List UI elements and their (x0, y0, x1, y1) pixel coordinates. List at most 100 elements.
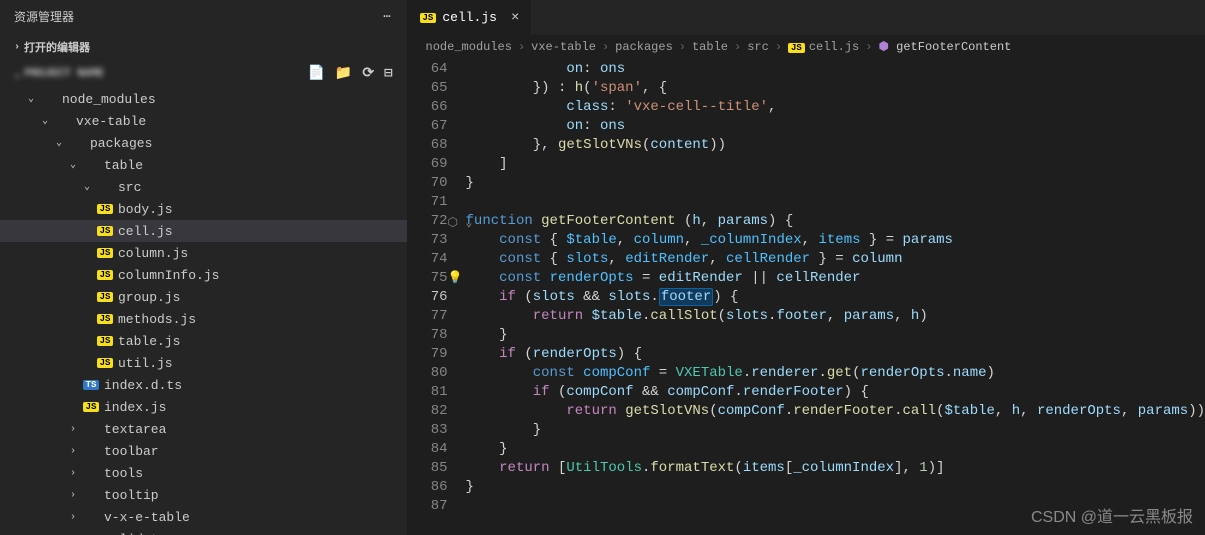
code-line[interactable]: } (466, 440, 1205, 459)
tree-item-tooltip[interactable]: ›tooltip (0, 484, 407, 506)
line-number: 78 (408, 326, 448, 345)
line-number: 76 (408, 288, 448, 307)
code-line[interactable]: }, getSlotVNs(content)) (466, 136, 1205, 155)
chevron-icon: ⌄ (56, 137, 68, 149)
tree-label: table.js (118, 334, 180, 349)
tree-label: validator (104, 532, 174, 535)
tree-label: cell.js (118, 224, 173, 239)
line-number: 70 (408, 174, 448, 193)
tree-item-index-js[interactable]: JSindex.js (0, 396, 407, 418)
tree-item-v-x-e-table[interactable]: ›v-x-e-table (0, 506, 407, 528)
tree-item-table[interactable]: ⌄table (0, 154, 407, 176)
code-line[interactable]: } (466, 478, 1205, 497)
code-line[interactable]: }) : h('span', { (466, 79, 1205, 98)
tree-item-textarea[interactable]: ›textarea (0, 418, 407, 440)
tree-item-toolbar[interactable]: ›toolbar (0, 440, 407, 462)
tree-item-cell-js[interactable]: JScell.js (0, 220, 407, 242)
explorer-sidebar: 资源管理器 ⋯ › 打开的编辑器 ⌄ PROJECT NAME 📄 📁 ⟳ ⊟ … (0, 0, 408, 535)
js-icon: JS (96, 292, 114, 302)
more-icon[interactable]: ⋯ (383, 9, 392, 24)
chevron-down-icon: ⌄ (14, 67, 21, 81)
code-line[interactable]: on: ons (466, 117, 1205, 136)
line-number: 83 (408, 421, 448, 440)
tree-item-src[interactable]: ⌄ src (0, 176, 407, 198)
new-folder-icon[interactable]: 📁 (335, 65, 352, 82)
breadcrumb-sep: › (518, 40, 525, 54)
breadcrumb-sep: › (865, 40, 872, 54)
breadcrumb-segment[interactable]: src (747, 40, 769, 54)
refresh-icon[interactable]: ⟳ (362, 65, 374, 82)
explorer-title: 资源管理器 (14, 8, 74, 25)
code-line[interactable]: const { slots, editRender, cellRender } … (466, 250, 1205, 269)
line-number: 75 (408, 269, 448, 288)
chevron-right-icon: › (14, 42, 20, 53)
line-number: 64 (408, 60, 448, 79)
collapse-icon[interactable]: ⊟ (384, 65, 392, 82)
method-icon: ⬢ (878, 40, 888, 54)
js-icon: JS (96, 248, 114, 258)
code-line[interactable]: const { $table, column, _columnIndex, it… (466, 231, 1205, 250)
code-line[interactable]: } (466, 326, 1205, 345)
code-line[interactable]: ] (466, 155, 1205, 174)
js-icon: JS (96, 314, 114, 324)
chevron-icon: ⌄ (84, 181, 96, 193)
tree-item-node_modules[interactable]: ⌄node_modules (0, 88, 407, 110)
tree-item-util-js[interactable]: JSutil.js (0, 352, 407, 374)
breadcrumb-segment[interactable]: packages (615, 40, 673, 54)
new-file-icon[interactable]: 📄 (307, 65, 324, 82)
code-line[interactable]: } (466, 421, 1205, 440)
code-line[interactable]: if (renderOpts) { (466, 345, 1205, 364)
code-separator-icon[interactable]: ⬡ ⌄ (448, 214, 473, 233)
code-line[interactable]: const compConf = VXETable.renderer.get(r… (466, 364, 1205, 383)
code-line[interactable]: function getFooterContent (h, params) { (466, 212, 1205, 231)
breadcrumb-segment[interactable]: JScell.js (788, 40, 859, 54)
code-line[interactable]: on: ons (466, 60, 1205, 79)
tree-item-column-js[interactable]: JScolumn.js (0, 242, 407, 264)
code-line[interactable]: if (compConf && compConf.renderFooter) { (466, 383, 1205, 402)
tree-label: table (104, 158, 143, 173)
open-editors-section[interactable]: › 打开的编辑器 (0, 33, 407, 61)
code-line[interactable]: const renderOpts = editRender || cellRen… (466, 269, 1205, 288)
tree-item-methods-js[interactable]: JS methods.js (0, 308, 407, 330)
tree-label: methods.js (118, 312, 196, 327)
close-icon[interactable]: × (511, 10, 519, 26)
breadcrumb-segment[interactable]: ⬢ getFooterContent (878, 39, 1011, 54)
project-header[interactable]: ⌄ PROJECT NAME 📄 📁 ⟳ ⊟ (0, 61, 407, 86)
tab-cell-js[interactable]: JS cell.js × (408, 0, 533, 35)
tree-item-packages[interactable]: ⌄packages (0, 132, 407, 154)
tree-item-columnInfo-js[interactable]: JScolumnInfo.js (0, 264, 407, 286)
tree-item-vxe-table[interactable]: ⌄vxe-table (0, 110, 407, 132)
line-number: 87 (408, 497, 448, 516)
tree-item-tools[interactable]: › tools (0, 462, 407, 484)
code-line[interactable]: if (slots && slots.footer) { (466, 288, 1205, 307)
breadcrumb-segment[interactable]: table (692, 40, 728, 54)
js-icon: JS (96, 336, 114, 346)
file-tree: ⌄node_modules⌄vxe-table⌄packages⌄table⌄s… (0, 86, 407, 535)
code-line[interactable] (466, 193, 1205, 212)
tree-item-body-js[interactable]: JSbody.js (0, 198, 407, 220)
chevron-icon: › (70, 468, 82, 479)
code-line[interactable]: } (466, 174, 1205, 193)
tree-item-table-js[interactable]: JS table.js (0, 330, 407, 352)
code-line[interactable]: class: 'vxe-cell--title', (466, 98, 1205, 117)
tree-item-group-js[interactable]: JSgroup.js (0, 286, 407, 308)
code-line[interactable]: return [UtilTools.formatText(items[_colu… (466, 459, 1205, 478)
code-line[interactable]: return getSlotVNs(compConf.renderFooter.… (466, 402, 1205, 421)
breadcrumb-segment[interactable]: vxe-table (531, 40, 596, 54)
tree-item-index-d-ts[interactable]: TSindex.d.ts (0, 374, 407, 396)
code-line[interactable]: return $table.callSlot(slots.footer, par… (466, 307, 1205, 326)
tree-label: src (118, 180, 141, 195)
tree-label: tooltip (104, 488, 159, 503)
line-number: 69 (408, 155, 448, 174)
tree-item-validator[interactable]: ›validator (0, 528, 407, 535)
tree-label: tools (104, 466, 143, 481)
line-number: 65 (408, 79, 448, 98)
lightbulb-icon[interactable]: 💡 (448, 269, 463, 288)
code-area[interactable]: 6465666768697071727374757677787980818283… (408, 58, 1205, 535)
tree-label: v-x-e-table (104, 510, 190, 525)
breadcrumb-segment[interactable]: node_modules (426, 40, 512, 54)
chevron-icon: › (70, 446, 82, 457)
code-content[interactable]: on: ons }) : h('span', { class: 'vxe-cel… (466, 60, 1205, 535)
breadcrumb[interactable]: node_modules›vxe-table›packages›table›sr… (408, 35, 1205, 58)
js-icon: JS (96, 204, 114, 214)
